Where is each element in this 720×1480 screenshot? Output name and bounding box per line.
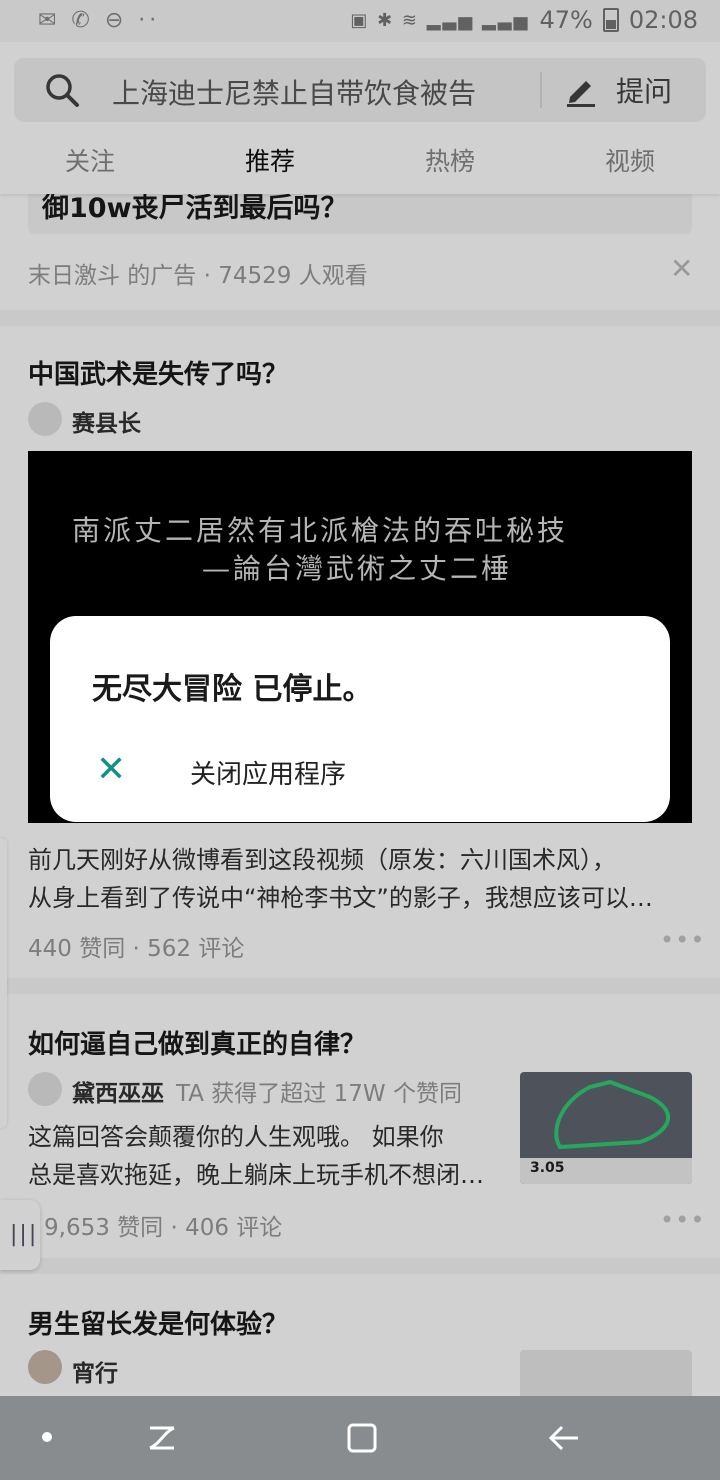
dot-icon[interactable] <box>42 1432 52 1442</box>
dialog-title: 无尽大冒险 已停止。 <box>92 672 373 707</box>
back-icon[interactable] <box>548 1422 580 1454</box>
navigation-bar <box>0 1396 720 1480</box>
close-app-button[interactable]: 关闭应用程序 <box>190 754 346 791</box>
close-icon[interactable]: ✕ <box>96 752 126 788</box>
home-icon[interactable] <box>346 1422 378 1454</box>
recent-apps-icon[interactable] <box>146 1422 178 1454</box>
app-stopped-dialog: 无尽大冒险 已停止。 ✕ 关闭应用程序 <box>50 616 670 822</box>
